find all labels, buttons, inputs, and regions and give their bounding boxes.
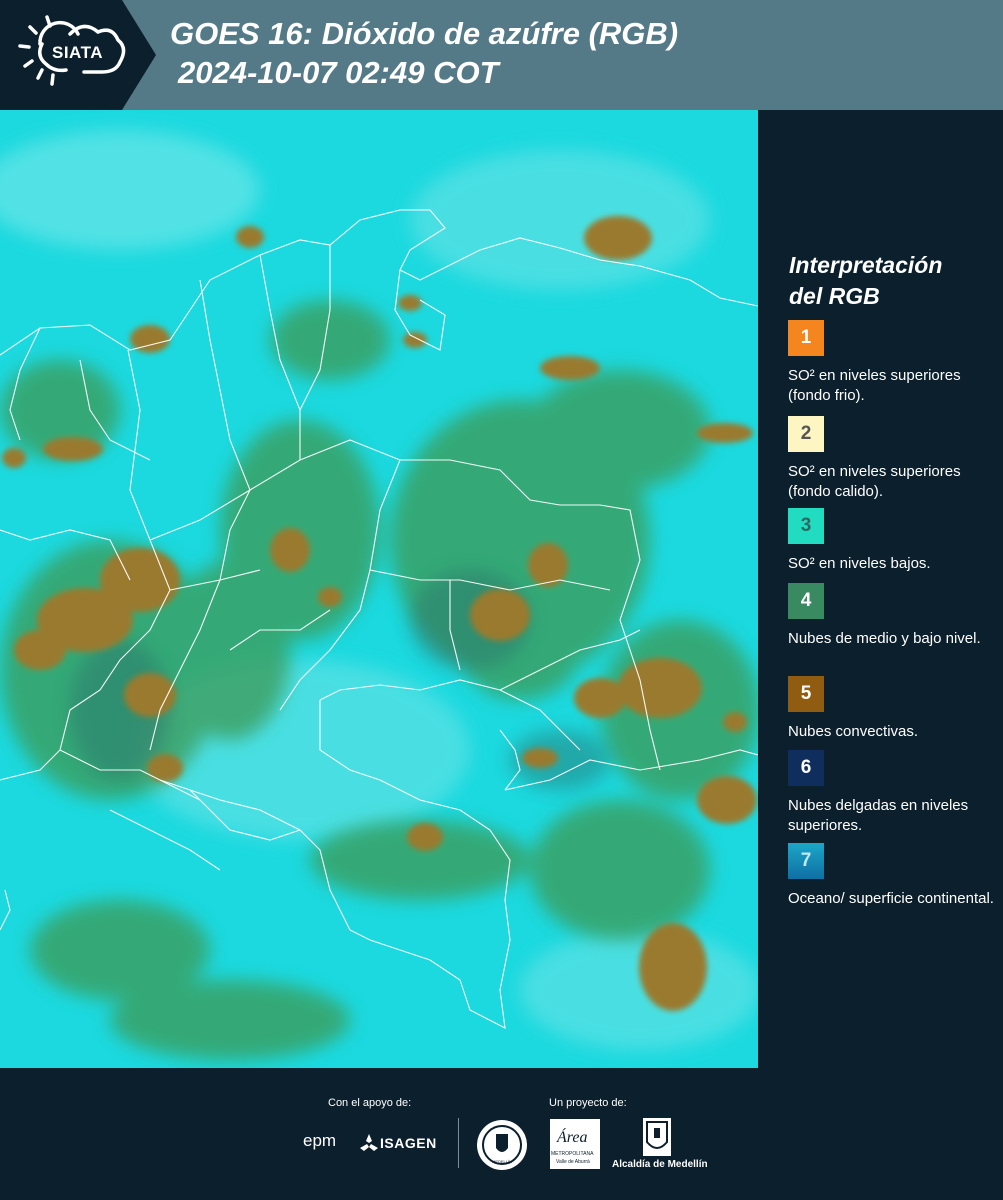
- legend-title-line1: Interpretación: [789, 252, 943, 278]
- project-label: Un proyecto de:: [549, 1097, 627, 1109]
- legend-panel: Interpretación del RGB 1 SO² en niveles …: [760, 110, 1003, 1068]
- legend-swatch-7: 7: [788, 843, 824, 879]
- isagen-logo: ISAGEN: [380, 1135, 437, 1151]
- legend-item-7: 7 Oceano/ superficie continental.: [788, 843, 998, 909]
- legend-label-7: Oceano/ superficie continental.: [788, 890, 994, 907]
- page-title: GOES 16: Dióxido de azúfre (RGB): [170, 16, 679, 51]
- legend-item-2: 2 SO² en niveles superiores (fondo calid…: [788, 416, 998, 502]
- area-logo-text: Área: [557, 1129, 588, 1146]
- legend-swatch-1: 1: [788, 320, 824, 356]
- legend-label-4: Nubes de medio y bajo nivel.: [788, 630, 981, 647]
- alcaldia-logo-text: Alcaldía de Medellín: [612, 1159, 708, 1170]
- alcaldia-shield-icon: [643, 1118, 671, 1156]
- support-label: Con el apoyo de:: [328, 1097, 412, 1109]
- legend-swatch-3: 3: [788, 508, 824, 544]
- siata-logo: SIATA: [0, 0, 156, 110]
- legend-item-5: 5 Nubes convectivas.: [788, 676, 998, 742]
- legend-number-3: 3: [800, 515, 812, 536]
- legend-item-1: 1 SO² en niveles superiores (fondo frio)…: [788, 320, 998, 406]
- legend-label-2: SO² en niveles superiores (fondo calido)…: [788, 463, 961, 500]
- legend-label-6: Nubes delgadas en niveles superiores.: [788, 797, 969, 834]
- page-timestamp: 2024-10-07 02:49 COT: [178, 55, 499, 90]
- legend-item-4: 4 Nubes de medio y bajo nivel.: [788, 583, 998, 649]
- legend-number-2: 2: [800, 423, 812, 444]
- legend-label-5: Nubes convectivas.: [788, 723, 919, 740]
- legend-number-7: 7: [800, 850, 812, 871]
- area-logo-sub1: METROPOLITANA: [551, 1151, 594, 1157]
- legend-swatch-4: 4: [788, 583, 824, 619]
- legend-label-3: SO² en niveles bajos.: [788, 555, 931, 572]
- legend-title: Interpretación del RGB: [789, 250, 989, 312]
- footer: Con el apoyo de: Un proyecto de: epm ISA…: [0, 1068, 1003, 1200]
- legend-number-4: 4: [800, 590, 812, 611]
- legend-item-3: 3 SO² en niveles bajos.: [788, 508, 998, 574]
- legend-number-1: 1: [800, 327, 812, 348]
- medellin-seal-text: MEDELLÍN: [491, 1159, 512, 1164]
- legend-number-5: 5: [800, 683, 812, 704]
- legend-number-6: 6: [800, 757, 812, 778]
- area-logo-sub2: Valle de Aburrá: [556, 1159, 590, 1165]
- legend-title-line2: del RGB: [789, 283, 880, 309]
- header-bar: SIATA GOES 16: Dióxido de azúfre (RGB) 2…: [0, 0, 1003, 110]
- legend-swatch-5: 5: [788, 676, 824, 712]
- isagen-icon: [360, 1134, 378, 1157]
- epm-logo: epm: [303, 1131, 337, 1150]
- siata-brand-text: SIATA: [52, 43, 103, 62]
- legend-swatch-2: 2: [788, 416, 824, 452]
- legend-swatch-6: 6: [788, 750, 824, 786]
- footer-divider: [458, 1118, 459, 1168]
- legend-item-6: 6 Nubes delgadas en niveles superiores.: [788, 750, 998, 836]
- satellite-map: [0, 110, 758, 1068]
- medellin-seal: MEDELLÍN: [477, 1120, 527, 1170]
- legend-label-1: SO² en niveles superiores (fondo frio).: [788, 367, 961, 404]
- area-metropolitana-logo: Área METROPOLITANA Valle de Aburrá: [550, 1119, 600, 1169]
